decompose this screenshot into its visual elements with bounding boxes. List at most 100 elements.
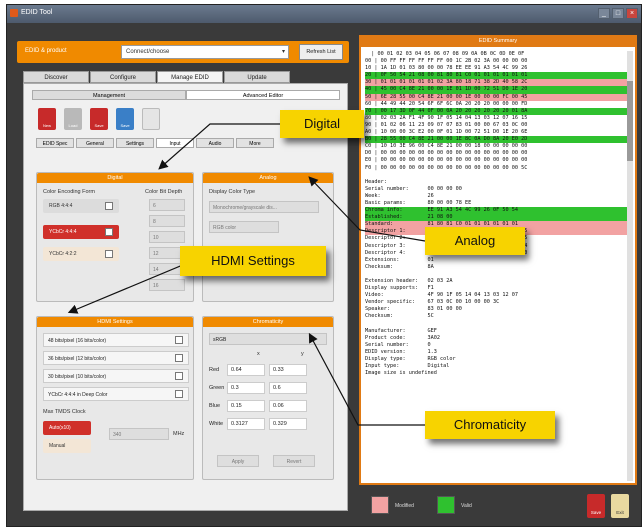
chroma-revert-button[interactable]: Revert [273,455,315,467]
tmds-manual-button[interactable]: Manual [43,439,91,453]
display-color-type-field[interactable]: RGB color [209,221,279,233]
tmds-manual-label: Manual [49,443,66,449]
edid-line: 20 | 0F 50 54 21 08 00 81 80 81 C0 01 01… [365,72,627,80]
hdmi-30bit-label: 30 bits/pixel (10 bits/color) [48,374,107,380]
load-label: Load [68,123,78,128]
minimize-button[interactable]: _ [598,8,610,19]
tab-advanced-editor[interactable]: Advanced Editor [186,90,340,100]
callout-digital: Digital [280,110,364,138]
maximize-button[interactable]: □ [612,8,624,19]
encoding-rgb444-label: RGB 4:4:4 [49,203,73,209]
chroma-row-red: Red 0.64 0.33 [209,363,317,377]
chroma-red-x[interactable]: 0.64 [227,364,265,376]
chroma-blue-x[interactable]: 0.15 [227,400,265,412]
exit-button[interactable]: Exit [611,494,629,518]
scrollbar-thumb[interactable] [627,81,633,161]
tab-update[interactable]: Update [224,71,290,83]
tab-more[interactable]: More [236,138,274,148]
checkbox[interactable] [175,390,183,398]
tab-settings[interactable]: Settings [116,138,154,148]
window-title: EDID Tool [21,9,53,16]
chroma-blue-label: Blue [209,403,221,409]
chevron-down-icon: ▾ [281,49,285,55]
tmds-mhz-input[interactable]: 340 [109,428,169,440]
hdmi-deepcolor-label: YCbCr 4:4:4 in Deep Color [48,392,108,398]
edid-line: 90 | 01 02 06 11 23 09 07 07 83 01 00 00… [365,121,528,128]
tab-configure[interactable]: Configure [90,71,156,83]
edid-line [365,172,627,179]
checkbox[interactable] [105,228,113,236]
chroma-row-blue: Blue 0.15 0.06 [209,399,317,413]
chroma-white-y[interactable]: 0.329 [269,418,307,430]
close-button[interactable]: × [626,8,638,19]
refresh-list-button[interactable]: Refresh List [299,44,343,60]
hdmi-36bit-row[interactable]: 36 bits/pixel (12 bits/color) [43,351,189,365]
editor-toolbar: New Load Save Save [38,108,160,130]
callout-analog: Analog [425,227,525,255]
edid-line: Serial number: 0 [365,341,431,348]
callout-hdmi: HDMI Settings [180,246,326,276]
tmds-auto-button[interactable]: Auto(x10) [43,421,91,435]
tab-manage-edid[interactable]: Manage EDID [157,71,223,83]
scrollbar[interactable] [627,51,633,481]
edid-line: Basic params: 80 00 00 78 EE [365,199,472,206]
hdmi-30bit-row[interactable]: 30 bits/pixel (10 bits/color) [43,369,189,383]
tmds-clock-label: Max TMDS Clock [43,409,86,415]
encoding-ycbcr444[interactable]: YCbCr 4:4:4 [43,225,119,239]
main-tabs: Discover Configure Manage EDID Update [23,71,290,83]
chroma-apply-button[interactable]: Apply [217,455,259,467]
save-as-label: Save [120,123,130,128]
device-select[interactable]: Connect/choose ▾ [121,45,289,59]
tab-edid-spec[interactable]: EDID Spec [36,138,74,148]
encoding-rgb444[interactable]: RGB 4:4:4 [43,199,119,213]
chroma-green-y[interactable]: 0.6 [269,382,307,394]
tab-general[interactable]: General [76,138,114,148]
edid-line: Image size is undefined [365,370,437,377]
edid-line: C0 | 10 10 3E 96 00 C4 8E 21 00 00 18 00… [365,143,528,150]
color-bit-label: Color Bit Depth [145,189,183,195]
bit-depth-6[interactable]: 6 [149,199,185,211]
edid-line: EDID version: 1.3 [365,348,437,355]
bit-depth-16[interactable]: 16 [149,279,185,291]
save-button[interactable]: Save [90,108,108,130]
chroma-red-label: Red [209,367,220,373]
checkbox[interactable] [175,354,183,362]
chroma-red-y[interactable]: 0.33 [269,364,307,376]
tab-audio[interactable]: Audio [196,138,234,148]
checkbox[interactable] [175,372,183,380]
edid-line: Chroma info: EE 91 A3 54 4C 99 26 0F 50 … [365,207,627,215]
edid-line: Speaker: 83 01 00 00 [365,306,462,313]
edid-line: Manufacturer: GEF [365,327,437,334]
chroma-white-x[interactable]: 0.3127 [227,418,265,430]
checkbox[interactable] [175,336,183,344]
encoding-ycbcr422[interactable]: YCbCr 4:2:2 [43,247,119,261]
chroma-blue-y[interactable]: 0.06 [269,400,307,412]
edid-editor-panel: Management Advanced Editor New Load Save… [23,83,348,511]
edid-line: A0 | 10 00 00 3C E2 00 0F 01 1D 00 72 51… [365,129,528,136]
tab-management[interactable]: Management [32,90,186,100]
blank-tool-button[interactable] [142,108,160,130]
load-button[interactable]: Load [64,108,82,130]
display-color-type-select[interactable]: Monochrome/grayscale dis... [209,201,319,213]
bit-depth-8[interactable]: 8 [149,215,185,227]
chroma-green-x[interactable]: 0.3 [227,382,265,394]
edid-line: 00 | 00 FF FF FF FF FF FF 00 1C 2B 02 3A… [365,58,528,65]
edid-line: Serial number: 00 00 00 00 [365,185,462,192]
bit-depth-10[interactable]: 10 [149,231,185,243]
edid-line: Video: 4F 90 1F 05 14 04 13 03 12 07 [365,292,519,299]
edid-line: Display type: RGB color [365,356,456,363]
new-button[interactable]: New [38,108,56,130]
hdmi-48bit-row[interactable]: 48 bits/pixel (16 bits/color) [43,333,189,347]
tab-discover[interactable]: Discover [23,71,89,83]
edid-line: 50 | 6E 28 55 00 C4 8E 21 00 00 1E 00 00… [365,93,627,101]
callout-chromaticity: Chromaticity [425,411,555,439]
checkbox[interactable] [105,250,113,258]
checkbox[interactable] [105,202,113,210]
editor-section-tabs: EDID Spec General Settings Input Audio M… [36,138,274,148]
chromaticity-preset-select[interactable]: sRGB [209,333,327,345]
save-as-button[interactable]: Save [116,108,134,130]
save-bottom-button[interactable]: Save [587,494,605,518]
edid-line: Extensions: 01 [365,256,434,263]
tab-input[interactable]: Input [156,138,194,148]
hdmi-deepcolor-row[interactable]: YCbCr 4:4:4 in Deep Color [43,387,189,401]
